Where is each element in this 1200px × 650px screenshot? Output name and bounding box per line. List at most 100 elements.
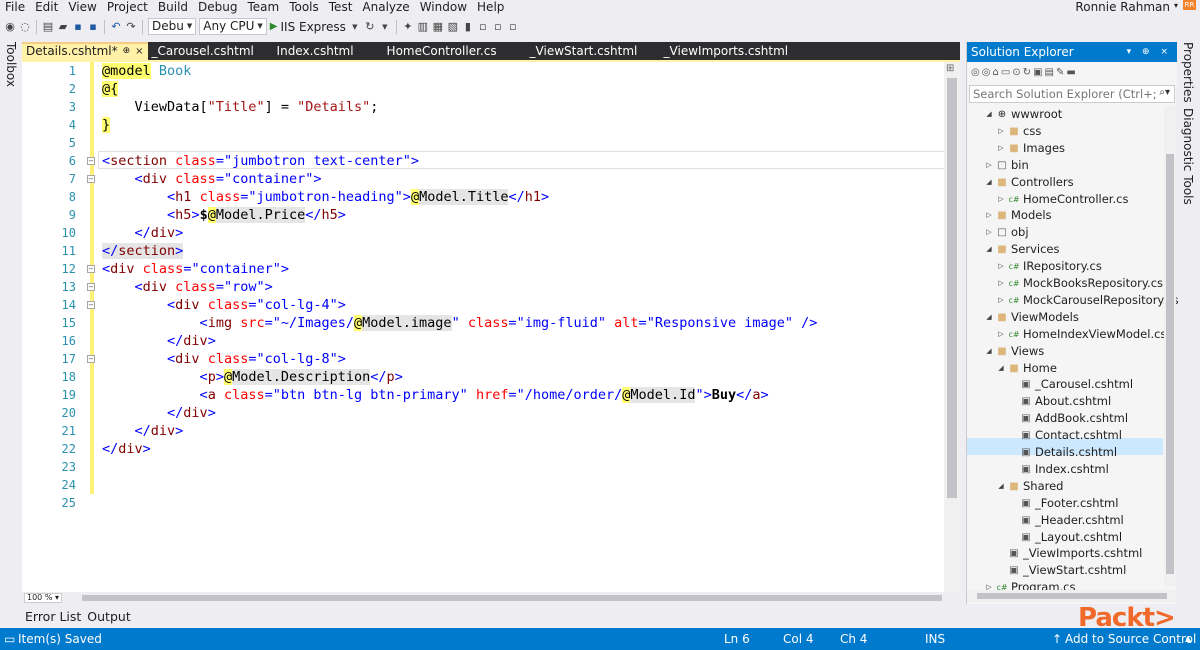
tree-item-css[interactable]: ▷ ■ css xyxy=(997,123,1041,140)
properties-icon[interactable]: ✎ xyxy=(1056,67,1066,78)
collapse-region-icon[interactable]: − xyxy=(87,355,95,363)
menu-edit[interactable]: Edit xyxy=(30,0,63,15)
properties-tab[interactable]: Properties xyxy=(1181,42,1195,103)
tree-item--carousel-cshtml[interactable]: ▣ _Carousel.cshtml xyxy=(1009,376,1133,393)
editor-vertical-scrollbar[interactable]: ⊞ xyxy=(944,62,960,592)
collapse-arrow-icon[interactable]: ◢ xyxy=(985,343,993,360)
collapse-region-icon[interactable]: − xyxy=(87,283,95,291)
run-target-label[interactable]: IIS Express xyxy=(280,20,345,34)
new-project-icon[interactable]: ▤ xyxy=(42,19,54,35)
menu-analyze[interactable]: Analyze xyxy=(357,0,414,15)
collapse-arrow-icon[interactable]: ◢ xyxy=(985,309,993,326)
solution-explorer-vertical-scrollbar[interactable] xyxy=(1164,106,1176,586)
redo-icon[interactable]: ↷ xyxy=(125,19,137,35)
expand-arrow-icon[interactable]: ▷ xyxy=(997,140,1005,157)
menu-file[interactable]: File xyxy=(0,0,30,15)
tab-carousel-cshtml[interactable]: _Carousel.cshtml xyxy=(148,42,273,60)
find-icon[interactable]: ▥ xyxy=(417,19,429,35)
tab-details-cshtml[interactable]: Details.cshtml* ⊕ × xyxy=(22,42,148,60)
forward-icon[interactable]: ◌ xyxy=(19,19,31,35)
tree-item-mockbooksrepository-cs[interactable]: ▷ c# MockBooksRepository.cs xyxy=(997,275,1163,292)
split-editor-icon[interactable]: ⊞ xyxy=(946,64,958,74)
arrow-up-icon[interactable]: ↑ xyxy=(1052,628,1062,650)
solution-explorer-search[interactable]: ⌕▾ xyxy=(969,85,1175,103)
panel-window-controls-icon[interactable]: ▾ ⊕ × xyxy=(1127,42,1172,62)
scrollbar-thumb[interactable] xyxy=(947,78,957,498)
expand-arrow-icon[interactable]: ▷ xyxy=(985,157,993,174)
chevron-down-icon[interactable]: ▾ xyxy=(1174,0,1178,12)
chevron-up-icon[interactable]: ▲ xyxy=(1185,628,1191,650)
tree-item--viewimports-cshtml[interactable]: ▣ _ViewImports.cshtml xyxy=(997,545,1142,562)
tab-homecontroller-cs[interactable]: HomeController.cs xyxy=(383,42,526,60)
tree-item-homeindexviewmodel-cs[interactable]: ▷ c# HomeIndexViewModel.cs xyxy=(997,326,1166,343)
collapse-region-icon[interactable]: − xyxy=(87,301,95,309)
search-input[interactable] xyxy=(970,86,1156,102)
expand-arrow-icon[interactable]: ▷ xyxy=(997,275,1005,292)
solution-platform-select[interactable]: Any CPU ▼ xyxy=(199,18,267,35)
menu-test[interactable]: Test xyxy=(324,0,358,15)
undo-icon[interactable]: ↶ xyxy=(110,19,122,35)
tree-item-wwwroot[interactable]: ◢ ⊕ wwwroot xyxy=(985,106,1062,123)
preview-icon[interactable]: ▬ xyxy=(1066,67,1077,78)
tree-item-home[interactable]: ◢ ■ Home xyxy=(997,360,1057,377)
collapse-arrow-icon[interactable]: ◢ xyxy=(985,174,993,191)
solution-configuration-select[interactable]: Debu ▼ xyxy=(148,18,197,35)
tree-item--layout-cshtml[interactable]: ▣ _Layout.cshtml xyxy=(1009,529,1122,546)
code-editor[interactable]: 1 2 3 4 5 6 7 8 9 10 11 12 13 14 15 16 1… xyxy=(22,62,960,592)
tree-item-irepository-cs[interactable]: ▷ c# IRepository.cs xyxy=(997,258,1102,275)
refresh-icon[interactable]: ↻ xyxy=(1023,67,1033,78)
tree-item-homecontroller-cs[interactable]: ▷ c# HomeController.cs xyxy=(997,191,1128,208)
expand-arrow-icon[interactable]: ▷ xyxy=(997,123,1005,140)
expand-arrow-icon[interactable]: ▷ xyxy=(997,191,1005,208)
horizontal-scrollbar-thumb[interactable] xyxy=(82,595,942,601)
diagnostic-tools-tab[interactable]: Diagnostic Tools xyxy=(1181,108,1195,205)
save-icon[interactable]: ▪ xyxy=(72,19,84,35)
pending-changes-icon[interactable]: ⊙ xyxy=(1012,67,1022,78)
expand-arrow-icon[interactable]: ▷ xyxy=(997,258,1005,275)
tree-item-shared[interactable]: ◢ ■ Shared xyxy=(997,478,1063,495)
forward-icon[interactable]: ◎ xyxy=(982,67,993,78)
scrollbar-thumb[interactable] xyxy=(977,593,1167,599)
back-icon[interactable]: ◎ xyxy=(971,67,982,78)
scrollbar-thumb[interactable] xyxy=(1166,154,1174,574)
home-icon[interactable]: ⌂ xyxy=(992,67,1000,78)
zoom-level-select[interactable]: 100 % ▾ xyxy=(24,593,62,603)
tree-item-details-cshtml[interactable]: ▣ Details.cshtml xyxy=(1009,444,1117,461)
collapse-arrow-icon[interactable]: ◢ xyxy=(985,241,993,258)
collapse-all-icon[interactable]: ▣ xyxy=(1033,67,1044,78)
tree-item-bin[interactable]: ▷ □ bin xyxy=(985,157,1029,174)
bookmark-icon[interactable]: ▮ xyxy=(462,19,474,35)
tree-item-services[interactable]: ◢ ■ Services xyxy=(985,241,1059,258)
tree-item--viewstart-cshtml[interactable]: ▣ _ViewStart.cshtml xyxy=(997,562,1126,579)
show-all-files-icon[interactable]: ▤ xyxy=(1045,67,1056,78)
comment-icon[interactable]: ▦ xyxy=(432,19,444,35)
next-bookmark-icon[interactable]: ▫ xyxy=(492,19,504,35)
tree-item--header-cshtml[interactable]: ▣ _Header.cshtml xyxy=(1009,512,1123,529)
expand-arrow-icon[interactable]: ▷ xyxy=(997,292,1005,309)
menu-help[interactable]: Help xyxy=(472,0,509,15)
tree-item-images[interactable]: ▷ ■ Images xyxy=(997,140,1065,157)
collapse-arrow-icon[interactable]: ◢ xyxy=(997,478,1005,495)
tab-viewimports-cshtml[interactable]: _ViewImports.cshtml xyxy=(660,42,810,60)
close-icon[interactable]: × xyxy=(135,44,143,60)
tab-error-list[interactable]: Error List xyxy=(25,609,81,624)
menu-window[interactable]: Window xyxy=(415,0,472,15)
collapse-arrow-icon[interactable]: ◢ xyxy=(985,106,993,123)
collapse-arrow-icon[interactable]: ◢ xyxy=(997,360,1005,377)
collapse-region-icon[interactable]: − xyxy=(87,175,95,183)
menu-build[interactable]: Build xyxy=(153,0,193,15)
menu-view[interactable]: View xyxy=(63,0,101,15)
start-debugging-icon[interactable]: ▶ xyxy=(270,21,278,32)
tab-index-cshtml[interactable]: Index.cshtml xyxy=(273,42,383,60)
tree-item-views[interactable]: ◢ ■ Views xyxy=(985,343,1044,360)
tree-item-mockcarouselrepository-cs[interactable]: ▷ c# MockCarouselRepository.cs xyxy=(997,292,1178,309)
tab-output[interactable]: Output xyxy=(87,609,130,624)
open-file-icon[interactable]: ▰ xyxy=(57,19,69,35)
clear-bookmarks-icon[interactable]: ▫ xyxy=(507,19,519,35)
tree-item-about-cshtml[interactable]: ▣ About.cshtml xyxy=(1009,393,1111,410)
menu-team[interactable]: Team xyxy=(242,0,284,15)
tree-item-models[interactable]: ▷ ■ Models xyxy=(985,207,1051,224)
tree-item-contact-cshtml[interactable]: ▣ Contact.cshtml xyxy=(1009,427,1122,444)
sync-icon[interactable]: ▭ xyxy=(1001,67,1012,78)
pin-icon[interactable]: ⊕ xyxy=(123,44,131,60)
